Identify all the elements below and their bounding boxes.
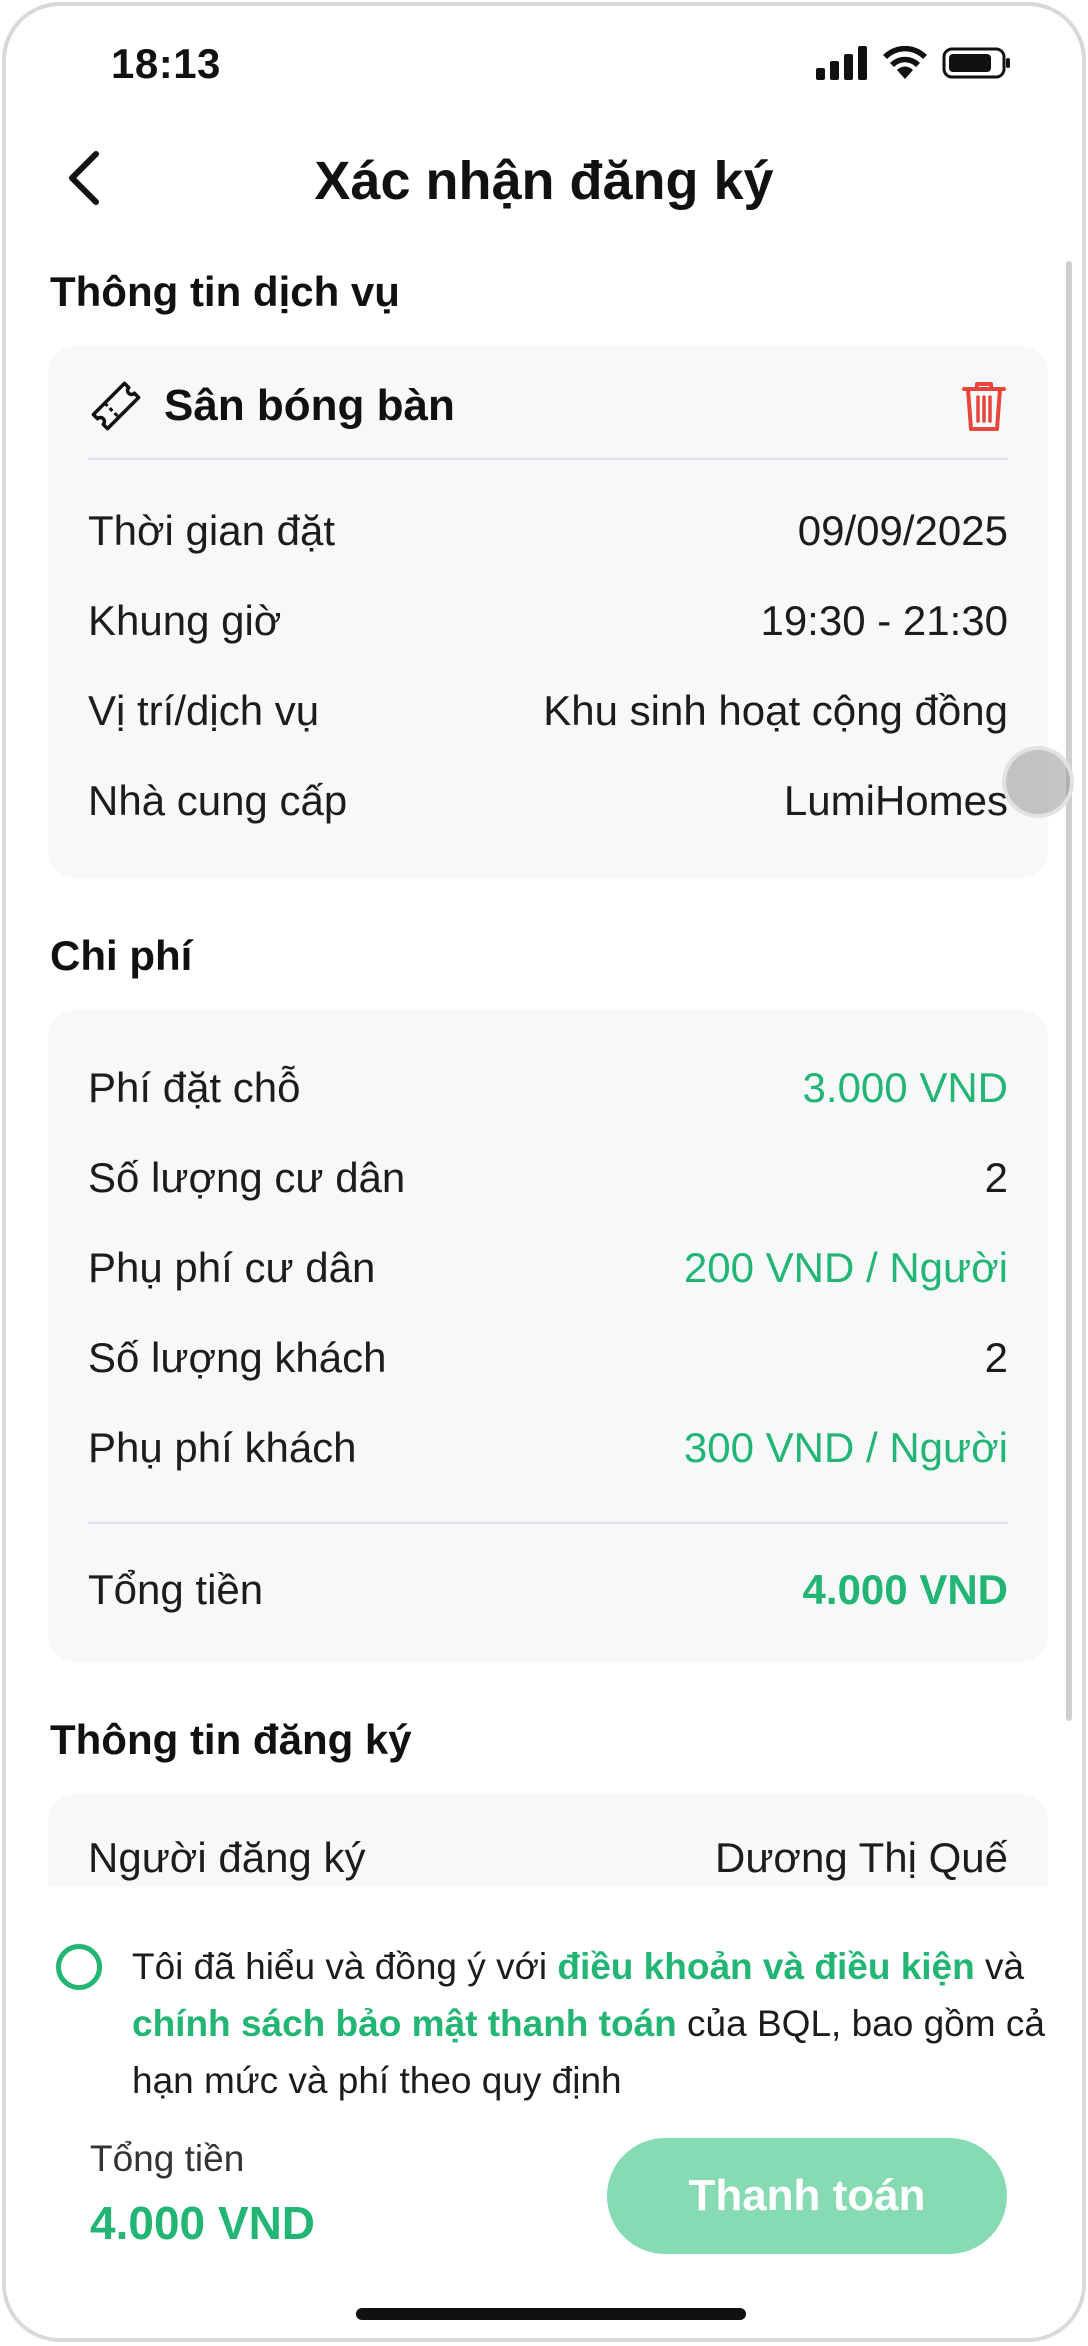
total-value: 4.000 VND bbox=[802, 1566, 1008, 1613]
divider bbox=[88, 458, 1008, 460]
total-row: Tổng tiền 4.000 VND bbox=[88, 1560, 1008, 1620]
divider bbox=[88, 1522, 1008, 1524]
guest-surcharge-row: Phụ phí khách 300 VND / Người bbox=[88, 1418, 1008, 1478]
agreement-text-part: và bbox=[974, 1946, 1025, 1987]
page-title: Xác nhận đăng ký bbox=[314, 151, 774, 211]
row-label: Số lượng khách bbox=[88, 1334, 387, 1381]
booking-fee-row: Phí đặt chỗ 3.000 VND bbox=[88, 1058, 1008, 1118]
status-time: 18:13 bbox=[111, 40, 221, 87]
terms-link[interactable]: điều khoản và điều kiện bbox=[557, 1946, 974, 1987]
row-value: Dương Thị Quế bbox=[714, 1834, 1008, 1881]
location-row: Vị trí/dịch vụ Khu sinh hoạt cộng đồng bbox=[88, 681, 1008, 741]
row-label: Nhà cung cấp bbox=[88, 777, 348, 824]
row-label: Thời gian đặt bbox=[88, 507, 336, 554]
signal-icon bbox=[816, 46, 867, 80]
agreement: Tôi đã hiểu và đồng ý với điều khoản và … bbox=[56, 1938, 1046, 2109]
header: Xác nhận đăng ký bbox=[6, 126, 1082, 236]
row-label: Người đăng ký bbox=[88, 1834, 366, 1881]
scrollbar[interactable] bbox=[1066, 261, 1072, 1721]
row-label: Khung giờ bbox=[88, 597, 282, 644]
row-label: Tổng tiền bbox=[88, 1566, 264, 1613]
guest-count-row: Số lượng khách 2 bbox=[88, 1328, 1008, 1388]
resident-surcharge-row: Phụ phí cư dân 200 VND / Người bbox=[88, 1238, 1008, 1298]
service-card: Sân bóng bàn Thời gian đặt 09/09/2025 Kh… bbox=[48, 346, 1048, 878]
wifi-icon bbox=[883, 46, 927, 79]
trash-icon[interactable] bbox=[960, 379, 1008, 433]
scroll-content[interactable]: Thông tin dịch vụ Sân bóng bàn Thời gian… bbox=[6, 236, 1082, 1886]
agree-checkbox[interactable] bbox=[56, 1944, 102, 1990]
row-label: Phụ phí khách bbox=[88, 1424, 357, 1471]
privacy-policy-link[interactable]: chính sách bảo mật thanh toán bbox=[132, 2003, 677, 2044]
service-header: Sân bóng bàn bbox=[88, 374, 1008, 438]
row-value: 2 bbox=[984, 1154, 1008, 1201]
service-name: Sân bóng bàn bbox=[164, 381, 455, 430]
row-value: 300 VND / Người bbox=[683, 1424, 1008, 1471]
bottom-panel: Tôi đã hiểu và đồng ý với điều khoản và … bbox=[6, 1886, 1082, 2338]
status-icons bbox=[816, 46, 1012, 80]
row-label: Vị trí/dịch vụ bbox=[88, 687, 320, 734]
resident-count-row: Số lượng cư dân 2 bbox=[88, 1148, 1008, 1208]
row-label: Phụ phí cư dân bbox=[88, 1244, 376, 1291]
row-label: Số lượng cư dân bbox=[88, 1154, 406, 1201]
agreement-text-part: Tôi đã hiểu và đồng ý với bbox=[132, 1946, 558, 1987]
row-value: LumiHomes bbox=[783, 777, 1008, 824]
row-value: Khu sinh hoạt cộng đồng bbox=[543, 687, 1008, 734]
row-value: 3.000 VND bbox=[802, 1064, 1008, 1111]
registrant-row: Người đăng ký Dương Thị Quế bbox=[88, 1828, 1008, 1886]
booking-date-row: Thời gian đặt 09/09/2025 bbox=[88, 501, 1008, 561]
row-label: Phí đặt chỗ bbox=[88, 1064, 301, 1111]
provider-row: Nhà cung cấp LumiHomes bbox=[88, 771, 1008, 831]
row-value: 19:30 - 21:30 bbox=[760, 597, 1008, 644]
row-value: 200 VND / Người bbox=[683, 1244, 1008, 1291]
footer-total-label: Tổng tiền bbox=[90, 2138, 245, 2179]
phone-screen: 18:13 Xác nhận đăng ký Thông tin dịch vụ… bbox=[2, 2, 1086, 2342]
home-indicator[interactable] bbox=[356, 2308, 746, 2320]
pay-button[interactable]: Thanh toán bbox=[607, 2138, 1007, 2254]
footer-total-value: 4.000 VND bbox=[90, 2197, 316, 2249]
status-bar: 18:13 bbox=[6, 6, 1082, 126]
cost-section-title: Chi phí bbox=[50, 932, 193, 979]
ticket-icon bbox=[91, 381, 141, 431]
time-slot-row: Khung giờ 19:30 - 21:30 bbox=[88, 591, 1008, 651]
row-value: 09/09/2025 bbox=[797, 507, 1008, 554]
row-value: 2 bbox=[984, 1334, 1008, 1381]
battery-icon bbox=[942, 47, 1010, 79]
touch-indicator bbox=[1002, 746, 1074, 818]
registration-section-title: Thông tin đăng ký bbox=[50, 1716, 412, 1763]
cost-card: Phí đặt chỗ 3.000 VND Số lượng cư dân 2 … bbox=[48, 1010, 1048, 1662]
registration-card: Người đăng ký Dương Thị Quế bbox=[48, 1794, 1048, 1886]
service-section-title: Thông tin dịch vụ bbox=[50, 268, 400, 315]
agreement-text: Tôi đã hiểu và đồng ý với điều khoản và … bbox=[132, 1938, 1046, 2109]
